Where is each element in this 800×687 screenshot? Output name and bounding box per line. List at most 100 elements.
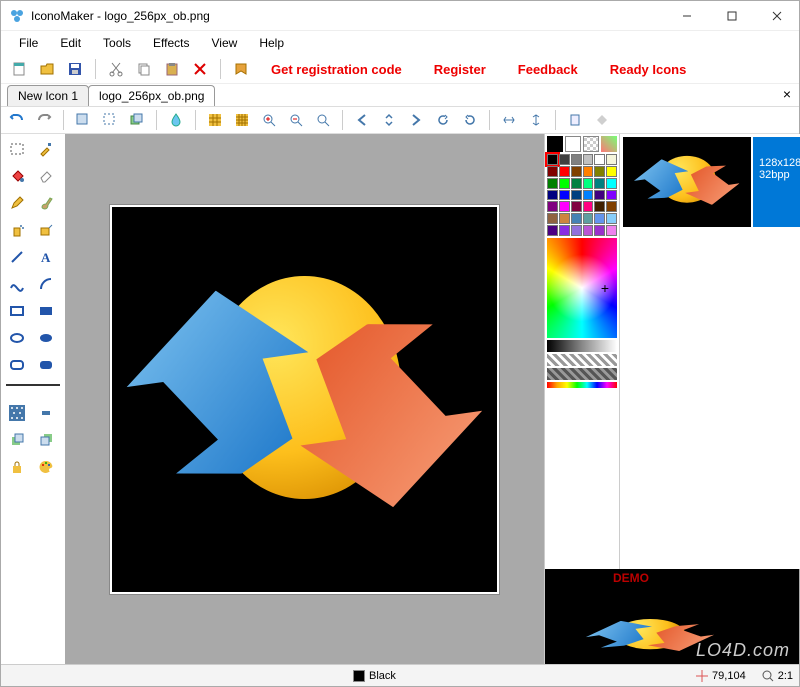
tab-logo-png[interactable]: logo_256px_ob.png [88,85,215,106]
get-registration-code-link[interactable]: Get registration code [257,62,416,77]
swatch[interactable] [594,178,605,189]
swatch[interactable] [594,201,605,212]
zoom-in-button[interactable] [257,109,281,131]
help-book-button[interactable] [229,58,253,80]
hsv-picker[interactable]: + [547,238,617,338]
swatch[interactable] [594,166,605,177]
preview-info[interactable]: 128x128 32bpp [753,137,800,227]
swatch[interactable] [583,166,594,177]
ellipse-tool[interactable] [4,326,30,350]
copy-button[interactable] [132,58,156,80]
ellipse-filled-tool[interactable] [33,326,59,350]
swatch[interactable] [559,213,570,224]
swatch[interactable] [559,154,570,165]
hue-slider[interactable] [547,382,617,388]
menu-view[interactable]: View [202,33,248,53]
flip-h-button[interactable] [497,109,521,131]
grid-button[interactable] [203,109,227,131]
swatch[interactable] [571,201,582,212]
arrow-updown-button[interactable] [377,109,401,131]
flip-v-button[interactable] [524,109,548,131]
swatch[interactable] [571,213,582,224]
curve-tool[interactable] [4,272,30,296]
text-tool[interactable]: A [33,245,59,269]
feedback-link[interactable]: Feedback [504,62,592,77]
swatch[interactable] [547,166,558,177]
crop-button[interactable] [590,109,614,131]
swatch[interactable] [559,190,570,201]
pencil-tool[interactable] [4,191,30,215]
swatch[interactable] [606,166,617,177]
swatch[interactable] [571,225,582,236]
swatch[interactable] [559,201,570,212]
menu-effects[interactable]: Effects [143,33,199,53]
rotate-cw-button[interactable] [458,109,482,131]
redo-button[interactable] [32,109,56,131]
background-swatch[interactable] [565,136,581,152]
zoom-fit-button[interactable] [311,109,335,131]
tab-new-icon-1[interactable]: New Icon 1 [7,85,89,106]
menu-file[interactable]: File [9,33,48,53]
swatch[interactable] [571,154,582,165]
undo-button[interactable] [5,109,29,131]
swatch[interactable] [547,190,558,201]
droplet-button[interactable] [164,109,188,131]
roundrect-filled-tool[interactable] [33,353,59,377]
paste-button[interactable] [160,58,184,80]
ready-icons-link[interactable]: Ready Icons [596,62,701,77]
eraser-tool[interactable] [33,164,59,188]
swatch[interactable] [583,225,594,236]
eyedropper-tool[interactable] [33,137,59,161]
editing-canvas[interactable] [112,207,497,592]
layer-down-tool[interactable] [33,428,59,452]
layer-frame3-button[interactable] [125,109,149,131]
brightness-slider[interactable] [547,340,617,352]
page-settings-button[interactable] [563,109,587,131]
swatch[interactable] [606,178,617,189]
new-file-button[interactable] [7,58,31,80]
save-file-button[interactable] [63,58,87,80]
swatch[interactable] [571,166,582,177]
rotate-ccw-button[interactable] [431,109,455,131]
palette-tool[interactable] [33,455,59,479]
roundrect-tool[interactable] [4,353,30,377]
delete-button[interactable] [188,58,212,80]
swatch[interactable] [571,190,582,201]
preview-thumbnail[interactable] [623,137,751,227]
swatch[interactable] [594,190,605,201]
minimize-button[interactable] [664,1,709,30]
arrow-left-button[interactable] [350,109,374,131]
spray-tool[interactable] [4,218,30,242]
transparent-swatch[interactable] [583,136,599,152]
rect-tool[interactable] [4,299,30,323]
swatch[interactable] [583,178,594,189]
arrow-right-button[interactable] [404,109,428,131]
texture-slider[interactable] [547,368,617,380]
swatch[interactable] [571,178,582,189]
swatch[interactable] [606,213,617,224]
layer-frame2-button[interactable] [98,109,122,131]
swatch[interactable] [594,213,605,224]
maximize-button[interactable] [709,1,754,30]
layer-frame1-button[interactable] [71,109,95,131]
register-link[interactable]: Register [420,62,500,77]
swatch[interactable] [583,154,594,165]
swatch[interactable] [583,201,594,212]
rect-filled-tool[interactable] [33,299,59,323]
select-rect-tool[interactable] [4,137,30,161]
swatch[interactable] [547,178,558,189]
swatch[interactable] [547,225,558,236]
arc-tool[interactable] [33,272,59,296]
foreground-swatch[interactable] [547,136,563,152]
dither1-tool[interactable] [4,401,30,425]
layer-up-tool[interactable] [4,428,30,452]
lock-fg-tool[interactable] [4,455,30,479]
dither2-tool[interactable] [33,401,59,425]
alpha-slider[interactable] [547,354,617,366]
swatch[interactable] [583,190,594,201]
swatch[interactable] [606,190,617,201]
zoom-out-button[interactable] [284,109,308,131]
close-button[interactable] [754,1,799,30]
menu-tools[interactable]: Tools [93,33,141,53]
cut-button[interactable] [104,58,128,80]
